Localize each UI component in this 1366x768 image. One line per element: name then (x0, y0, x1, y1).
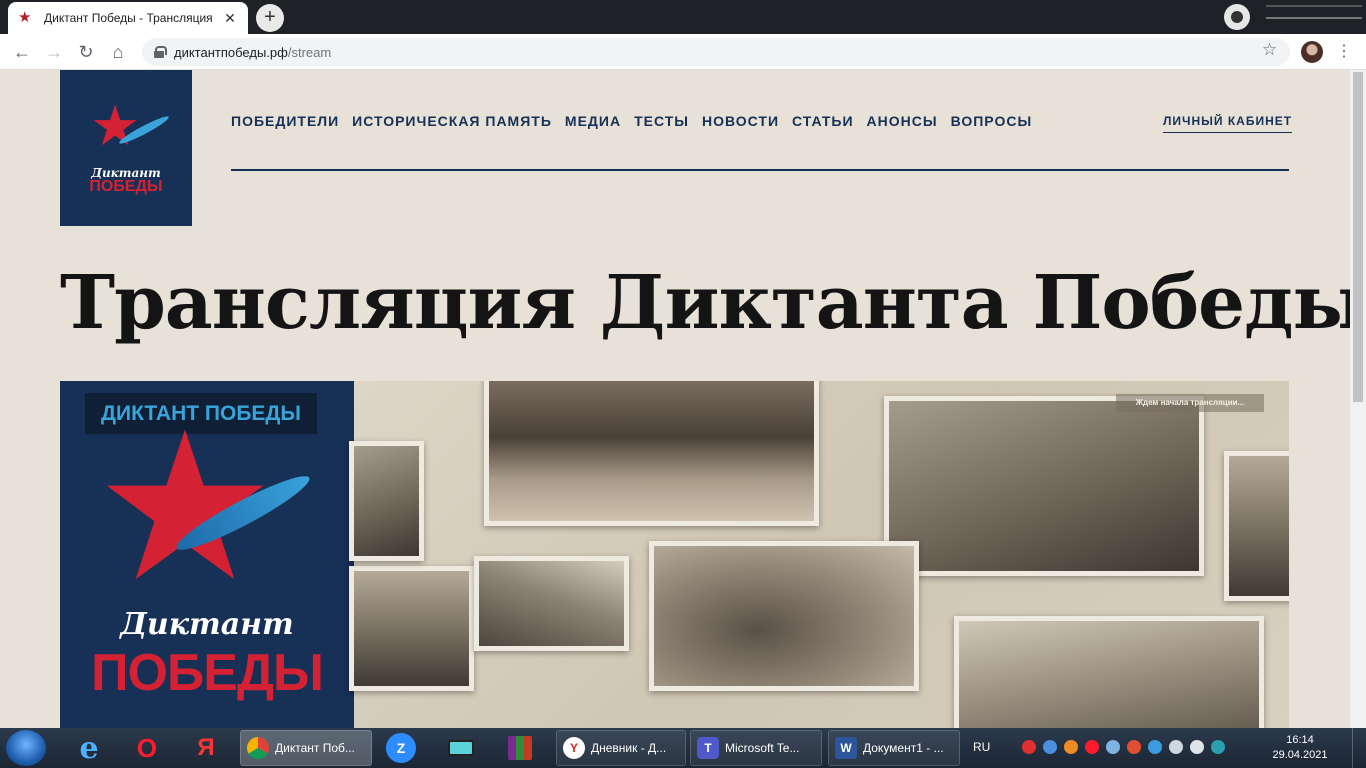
browser-tab-bar: ★ Диктант Победы - Трансляция ✕ + (0, 0, 1366, 34)
star-favicon-icon: ★ (18, 9, 32, 26)
tray-opera-icon[interactable] (1085, 740, 1099, 754)
task-word[interactable]: W Документ1 - ... (828, 730, 960, 766)
lock-icon (154, 46, 167, 58)
page-title: Трансляция Диктанта Победы (60, 260, 1350, 346)
tray-app-icon[interactable] (1064, 740, 1078, 754)
nav-questions[interactable]: ВОПРОСЫ (951, 113, 1033, 129)
close-tab-icon[interactable]: ✕ (222, 10, 238, 27)
tray-app-icon[interactable] (1022, 740, 1036, 754)
logo-text-line2: ПОБЕДЫ (89, 178, 163, 195)
cameraman-photo (349, 441, 424, 561)
start-button[interactable] (6, 730, 46, 766)
refugees-photo (474, 556, 629, 651)
tray-battery-icon[interactable] (1169, 740, 1183, 754)
url-path: /stream (287, 44, 332, 60)
yandex-icon[interactable]: Я (189, 732, 223, 764)
tray-app-icon[interactable] (1043, 740, 1057, 754)
nav-tests[interactable]: ТЕСТЫ (634, 113, 689, 129)
clock-date: 29.04.2021 (1272, 749, 1328, 761)
forward-button[interactable]: → (42, 40, 66, 64)
web-page: ★ Диктант ПОБЕДЫ ПОБЕДИТЕЛИ ИСТОРИЧЕСКАЯ… (0, 70, 1350, 728)
player-brand-panel: ДИКТАНТ ПОБЕДЫ Диктант ПОБЕДЫ (60, 381, 354, 728)
video-player[interactable]: ДИКТАНТ ПОБЕДЫ Диктант ПОБЕДЫ Ждем начал… (60, 381, 1289, 728)
task-teams[interactable]: T Microsoft Te... (690, 730, 822, 766)
tray-app-icon[interactable] (1127, 740, 1141, 754)
site-logo[interactable]: ★ Диктант ПОБЕДЫ (60, 70, 192, 226)
personal-cabinet-link[interactable]: ЛИЧНЫЙ КАБИНЕТ (1163, 114, 1293, 133)
url-host: диктантпобеды.рф (174, 44, 288, 60)
scanner-icon[interactable] (444, 732, 478, 764)
task-label: Диктант Поб... (275, 741, 355, 755)
nav-articles[interactable]: СТАТЬИ (792, 113, 854, 129)
browser-toolbar: ← → ↻ ⌂ диктантпобеды.рф /stream ☆ ⋮ (0, 34, 1366, 70)
word-icon: W (835, 737, 857, 759)
window-controls[interactable] (1266, 5, 1362, 19)
player-brand-line1: Диктант (120, 607, 294, 642)
photo-collage: Ждем начала трансляции... (349, 381, 1289, 728)
nav-winners[interactable]: ПОБЕДИТЕЛИ (231, 113, 339, 129)
home-button[interactable]: ⌂ (106, 40, 130, 64)
chrome-icon (247, 737, 269, 759)
zoom-icon[interactable]: Z (386, 733, 416, 763)
system-tray (1022, 740, 1225, 754)
tray-bluetooth-icon[interactable] (1148, 740, 1162, 754)
scrollbar-thumb[interactable] (1353, 72, 1363, 402)
main-nav: ПОБЕДИТЕЛИ ИСТОРИЧЕСКАЯ ПАМЯТЬ МЕДИА ТЕС… (231, 113, 1032, 129)
player-brand-line2: ПОБЕДЫ (91, 644, 324, 702)
crowd-photo (649, 541, 919, 691)
parade-photo (484, 381, 819, 526)
taskbar-clock[interactable]: 16:14 29.04.2021 (1268, 733, 1332, 763)
task-label: Дневник - Д... (591, 741, 667, 755)
teams-icon: T (697, 737, 719, 759)
waiting-label: Ждем начала трансляции... (1116, 394, 1264, 412)
red-star-icon: ★ (90, 94, 141, 157)
tray-volume-icon[interactable] (1190, 740, 1204, 754)
soldier-grenade-photo (954, 616, 1264, 728)
avatar[interactable] (1301, 41, 1323, 63)
task-chrome[interactable]: Диктант Поб... (240, 730, 372, 766)
new-tab-button[interactable]: + (256, 4, 284, 32)
tray-app-icon[interactable] (1211, 740, 1225, 754)
nav-historical-memory[interactable]: ИСТОРИЧЕСКАЯ ПАМЯТЬ (352, 113, 552, 129)
tab-title: Диктант Победы - Трансляция (44, 11, 213, 25)
nav-news[interactable]: НОВОСТИ (702, 113, 779, 129)
bookmark-star-icon[interactable]: ☆ (1262, 40, 1277, 60)
task-yandex-browser[interactable]: Y Дневник - Д... (556, 730, 686, 766)
nav-media[interactable]: МЕДИА (565, 113, 621, 129)
menu-kebab-icon[interactable]: ⋮ (1336, 40, 1352, 64)
show-desktop-button[interactable] (1352, 728, 1366, 768)
soldiers-photo (884, 396, 1204, 576)
clock-time: 16:14 (1286, 734, 1314, 746)
windows-taskbar: e O Я Диктант Поб... Z Y Дневник - Д... … (0, 728, 1366, 768)
back-button[interactable]: ← (10, 40, 34, 64)
opera-icon[interactable]: O (130, 732, 164, 764)
page-scrollbar[interactable] (1350, 70, 1366, 728)
war-photo-small (349, 566, 474, 691)
browser-tab[interactable]: ★ Диктант Победы - Трансляция ✕ (8, 2, 248, 34)
task-label: Документ1 - ... (863, 741, 944, 755)
task-label: Microsoft Te... (725, 741, 800, 755)
nav-announcements[interactable]: АНОНСЫ (867, 113, 938, 129)
nav-divider (231, 169, 1289, 171)
internet-explorer-icon[interactable]: e (72, 731, 106, 766)
winrar-icon[interactable] (503, 732, 537, 764)
chrome-profile-button[interactable] (1224, 4, 1250, 30)
tray-network-icon[interactable] (1106, 740, 1120, 754)
edge-photo (1224, 451, 1289, 601)
language-indicator[interactable]: RU (973, 740, 990, 754)
address-bar[interactable]: диктантпобеды.рф /stream (142, 38, 1290, 66)
yandex-browser-icon: Y (563, 737, 585, 759)
chevron-down-icon (1231, 11, 1243, 23)
reload-button[interactable]: ↻ (74, 40, 98, 64)
